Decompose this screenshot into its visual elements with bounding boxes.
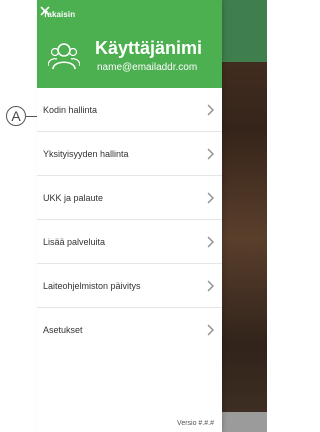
menu-item-label: Yksityisyyden hallinta (43, 148, 129, 159)
annotation-gutter (0, 0, 37, 432)
version-text: Versio #.#.# (177, 420, 214, 427)
user-avatar-icon (48, 43, 80, 70)
menu-item-firmware-update[interactable]: Laiteohjelmiston päivitys (37, 264, 222, 308)
chevron-right-icon (207, 324, 214, 336)
background-app-footer (222, 412, 267, 432)
drawer-footer: Versio #.#.# (37, 412, 222, 432)
chevron-right-icon (207, 192, 214, 203)
navigation-drawer: Takaisin Käyttäjänimi name@emailaddr.com… (37, 0, 222, 432)
background-app-header (222, 0, 267, 62)
chevron-right-icon (207, 280, 214, 291)
menu-item-label: Asetukset (43, 325, 83, 335)
menu-item-label: Laiteohjelmiston päivitys (43, 280, 141, 291)
menu-item-label: Kodin hallinta (43, 104, 98, 115)
menu-item-more-services[interactable]: Lisää palveluita (37, 220, 222, 264)
menu-item-home-management[interactable]: Kodin hallinta (37, 88, 222, 132)
chevron-right-icon (207, 236, 214, 247)
chevron-right-icon (207, 104, 214, 115)
drawer-scrim[interactable] (222, 62, 267, 412)
username: Käyttäjänimi (95, 38, 203, 58)
user-email: name@emailaddr.com (97, 62, 198, 73)
menu-item-label: UKK ja palaute (43, 192, 104, 203)
drawer-menu: Kodin hallinta Yksityisyyden hallinta UK… (37, 88, 222, 352)
menu-item-settings[interactable]: Asetukset (37, 308, 222, 352)
back-link[interactable]: Takaisin (43, 10, 75, 19)
menu-item-label: Lisää palveluita (43, 236, 106, 247)
drawer-header: Takaisin Käyttäjänimi name@emailaddr.com (37, 0, 222, 88)
menu-item-privacy-management[interactable]: Yksityisyyden hallinta (37, 132, 222, 176)
menu-item-faq-feedback[interactable]: UKK ja palaute (37, 176, 222, 220)
chevron-right-icon (207, 148, 214, 159)
callout-marker: A (6, 106, 26, 126)
